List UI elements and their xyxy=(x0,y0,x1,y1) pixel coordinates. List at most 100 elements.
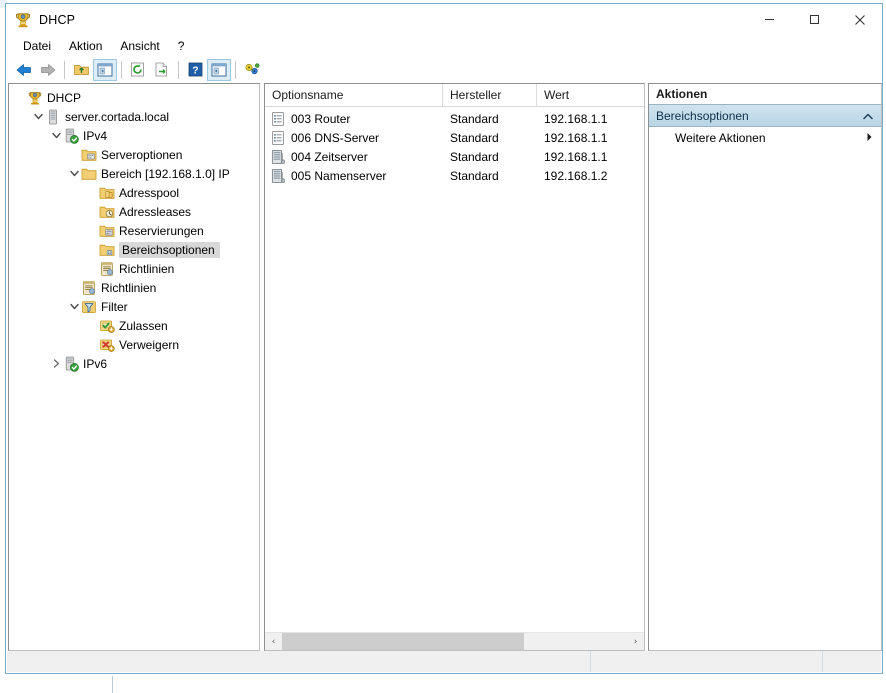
desktop-background-bottom xyxy=(0,674,886,693)
export-list-icon[interactable] xyxy=(150,59,174,81)
ipv4-icon xyxy=(63,128,79,144)
tree-item-reservierungen[interactable]: Reservierungen xyxy=(9,221,259,240)
column-header-hersteller[interactable]: Hersteller xyxy=(443,84,537,106)
toolbar-separator xyxy=(64,60,65,79)
scroll-right-arrow[interactable]: › xyxy=(627,633,644,650)
cell-wert: 192.168.1.1 xyxy=(544,111,608,126)
refresh-icon[interactable] xyxy=(126,59,150,81)
ipv6-icon xyxy=(63,356,79,372)
properties-icon[interactable] xyxy=(207,58,231,81)
window-controls xyxy=(747,4,882,35)
cell-hersteller: Standard xyxy=(450,168,499,183)
chevron-right-icon[interactable] xyxy=(49,354,63,373)
list-rows: 003 Router Standard 192.168.1.1 006 DNS-Ser… xyxy=(265,107,644,632)
tree-item-bereich-192-168-1-0-ip[interactable]: Bereich [192.168.1.0] IP xyxy=(9,164,259,183)
tree-item-zulassen[interactable]: Zulassen xyxy=(9,316,259,335)
tree-item-adressleases[interactable]: Adressleases xyxy=(9,202,259,221)
help-icon[interactable]: ? xyxy=(183,59,207,81)
tree-item-label: DHCP xyxy=(47,90,82,105)
close-button[interactable] xyxy=(837,4,882,35)
tree-item-bereichsoptionen[interactable]: Bereichsoptionen xyxy=(9,240,259,259)
column-header-wert[interactable]: Wert xyxy=(537,84,644,106)
scrollbar-track[interactable] xyxy=(282,633,627,650)
actions-group-label: Bereichsoptionen xyxy=(656,108,749,123)
menu-datei[interactable]: Datei xyxy=(14,37,60,55)
chevron-up-icon[interactable] xyxy=(863,109,873,123)
menu-aktion[interactable]: Aktion xyxy=(60,37,111,55)
up-folder-icon[interactable] xyxy=(69,59,93,81)
scrollbar-thumb[interactable] xyxy=(282,633,524,650)
tree-item-adresspool[interactable]: Adresspool xyxy=(9,183,259,202)
filter-icon xyxy=(81,299,97,315)
tree-root: DHCP server.cortada.local IPv4 Serveroption… xyxy=(9,84,259,373)
cell-hersteller: Standard xyxy=(450,111,499,126)
tree-item-label: Adresspool xyxy=(119,185,180,200)
tree-item-ipv4[interactable]: IPv4 xyxy=(9,126,259,145)
option-list-icon xyxy=(270,130,286,146)
scope-folder-icon xyxy=(81,166,97,182)
list-row[interactable]: 005 Namenserver Standard 192.168.1.2 xyxy=(265,166,644,185)
tree-item-verweigern[interactable]: Verweigern xyxy=(9,335,259,354)
chevron-down-icon[interactable] xyxy=(49,126,63,145)
tree-item-label: Richtlinien xyxy=(101,280,157,295)
tree-item-label: server.cortada.local xyxy=(65,109,170,124)
minimize-button[interactable] xyxy=(747,4,792,35)
reservations-icon xyxy=(99,223,115,239)
cell-wert: 192.168.1.1 xyxy=(544,130,608,145)
tree-item-label: IPv6 xyxy=(83,356,108,371)
horizontal-scrollbar[interactable]: ‹ › xyxy=(265,632,644,650)
tree-item-label: Adressleases xyxy=(119,204,192,219)
tree-item-richtlinien[interactable]: Richtlinien xyxy=(9,259,259,278)
statusbar-message xyxy=(7,651,591,672)
tree-item-server-cortada-local[interactable]: server.cortada.local xyxy=(9,107,259,126)
console-tree-pane[interactable]: DHCP server.cortada.local IPv4 Serveroption… xyxy=(8,83,260,651)
tree-item-label: Richtlinien xyxy=(119,261,175,276)
tree-item-filter[interactable]: Filter xyxy=(9,297,259,316)
menu-ansicht[interactable]: Ansicht xyxy=(111,37,168,55)
scroll-left-arrow[interactable]: ‹ xyxy=(265,633,282,650)
menu-hilfe[interactable]: ? xyxy=(169,37,194,55)
back-icon[interactable] xyxy=(12,59,36,81)
taskbar-divider xyxy=(112,676,113,693)
actions-item-label: Weitere Aktionen xyxy=(675,131,766,145)
cell-hersteller: Standard xyxy=(450,149,499,164)
chevron-down-icon[interactable] xyxy=(67,164,81,183)
panes-container: DHCP server.cortada.local IPv4 Serveroption… xyxy=(6,83,882,651)
tree-item-label: Bereich [192.168.1.0] IP xyxy=(101,166,230,181)
toolbar-separator xyxy=(121,60,122,79)
maximize-button[interactable] xyxy=(792,4,837,35)
actions-item-weitere-aktionen[interactable]: Weitere Aktionen xyxy=(649,127,881,149)
statusbar-segment-2 xyxy=(591,651,823,672)
address-leases-icon xyxy=(99,204,115,220)
cell-hersteller: Standard xyxy=(450,130,499,145)
cell-optionsname: 004 Zeitserver xyxy=(291,149,368,164)
tree-item-dhcp[interactable]: DHCP xyxy=(9,88,259,107)
list-view-pane[interactable]: Optionsname Hersteller Wert 003 Router Stan… xyxy=(264,83,645,651)
window-titlebar: DHCP xyxy=(6,4,882,35)
toolbar-separator xyxy=(178,60,179,79)
tree-item-richtlinien[interactable]: Richtlinien xyxy=(9,278,259,297)
configure-dhcp-icon[interactable] xyxy=(240,59,264,81)
list-row[interactable]: 003 Router Standard 192.168.1.1 xyxy=(265,109,644,128)
forward-icon[interactable] xyxy=(36,59,60,81)
list-row[interactable]: 004 Zeitserver Standard 192.168.1.1 xyxy=(265,147,644,166)
show-hide-tree-icon[interactable] xyxy=(93,58,117,81)
tree-item-ipv6[interactable]: IPv6 xyxy=(9,354,259,373)
chevron-right-icon xyxy=(866,131,873,145)
option-server-icon xyxy=(270,149,286,165)
column-header-optionsname[interactable]: Optionsname xyxy=(265,84,443,106)
list-row[interactable]: 006 DNS-Server Standard 192.168.1.1 xyxy=(265,128,644,147)
actions-group-bereichsoptionen[interactable]: Bereichsoptionen xyxy=(649,105,881,127)
chevron-down-icon[interactable] xyxy=(31,107,45,126)
tree-item-label: Serveroptionen xyxy=(101,147,183,162)
tree-item-serveroptionen[interactable]: Serveroptionen xyxy=(9,145,259,164)
chevron-down-icon[interactable] xyxy=(67,297,81,316)
policies-icon xyxy=(99,261,115,277)
option-list-icon xyxy=(270,111,286,127)
cell-wert: 192.168.1.1 xyxy=(544,149,608,164)
